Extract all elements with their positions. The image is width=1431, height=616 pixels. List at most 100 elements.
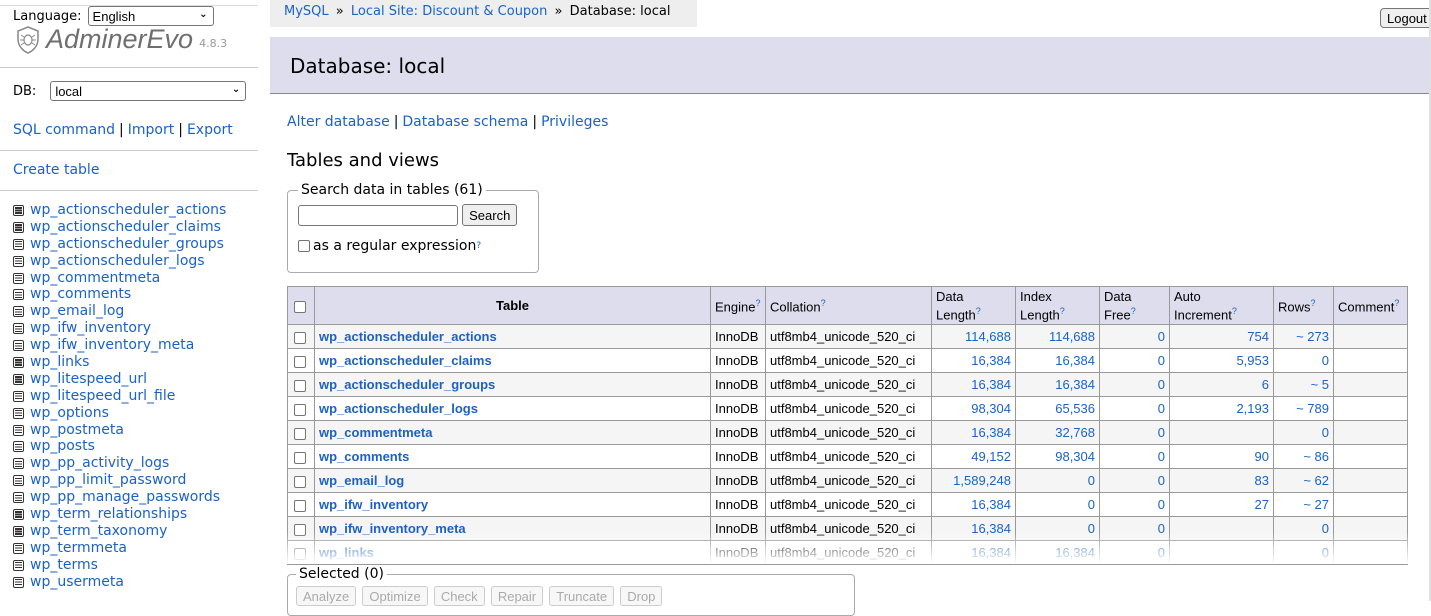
- rows-cell[interactable]: 0: [1273, 540, 1334, 565]
- db-select[interactable]: local: [50, 81, 247, 101]
- col-table[interactable]: Table: [314, 286, 711, 325]
- table-icon[interactable]: [13, 542, 24, 554]
- table-icon[interactable]: [13, 475, 24, 487]
- row-checkbox[interactable]: [293, 403, 306, 416]
- auto-increment-cell[interactable]: [1169, 540, 1274, 565]
- search-button[interactable]: Search: [462, 204, 518, 226]
- table-link[interactable]: wp_litespeed_url_file: [30, 388, 175, 405]
- import-link[interactable]: Import: [128, 122, 174, 138]
- table-link[interactable]: wp_litespeed_url: [30, 371, 147, 388]
- index-length-cell[interactable]: 32,768: [1015, 420, 1100, 445]
- table-icon[interactable]: [13, 306, 24, 318]
- rows-cell[interactable]: 0: [1273, 516, 1334, 541]
- table-link[interactable]: wp_pp_activity_logs: [30, 455, 169, 472]
- table-icon[interactable]: [13, 559, 24, 571]
- table-link[interactable]: wp_pp_manage_passwords: [30, 489, 220, 506]
- auto-increment-cell[interactable]: [1169, 420, 1274, 445]
- table-name-link[interactable]: wp_actionscheduler_groups: [319, 377, 495, 392]
- rows-cell[interactable]: 0: [1273, 348, 1334, 373]
- auto-increment-cell[interactable]: 754: [1169, 324, 1274, 349]
- create-table-link[interactable]: Create table: [13, 162, 99, 178]
- table-link[interactable]: wp_term_taxonomy: [30, 523, 167, 540]
- table-name-link[interactable]: wp_actionscheduler_logs: [319, 401, 478, 416]
- analyze-button[interactable]: Analyze: [296, 586, 357, 606]
- table-icon[interactable]: [13, 424, 24, 436]
- regex-checkbox[interactable]: [298, 240, 310, 252]
- table-link[interactable]: wp_links: [30, 354, 89, 371]
- auto-increment-cell[interactable]: [1169, 516, 1274, 541]
- data-free-cell[interactable]: 0: [1099, 516, 1170, 541]
- table-link[interactable]: wp_commentmeta: [30, 270, 160, 287]
- table-name-link[interactable]: wp_links: [319, 545, 374, 560]
- rows-cell[interactable]: ~ 5: [1273, 372, 1334, 397]
- auto-increment-cell[interactable]: 5,953: [1169, 348, 1274, 373]
- table-name-link[interactable]: wp_actionscheduler_claims: [319, 353, 492, 368]
- language-select[interactable]: English: [87, 6, 214, 26]
- row-checkbox[interactable]: [293, 523, 306, 536]
- row-checkbox[interactable]: [293, 355, 306, 368]
- rows-cell[interactable]: ~ 789: [1273, 396, 1334, 421]
- help-icon[interactable]: ?: [1060, 306, 1065, 316]
- logout-button[interactable]: Logout: [1380, 8, 1431, 28]
- data-free-cell[interactable]: 0: [1099, 540, 1170, 565]
- auto-increment-cell[interactable]: 2,193: [1169, 396, 1274, 421]
- table-link[interactable]: wp_postmeta: [30, 422, 124, 439]
- data-length-cell[interactable]: 1,589,248: [931, 468, 1016, 493]
- table-name-link[interactable]: wp_email_log: [319, 473, 404, 488]
- data-free-cell[interactable]: 0: [1099, 348, 1170, 373]
- help-icon[interactable]: ?: [976, 306, 981, 316]
- table-link[interactable]: wp_email_log: [30, 303, 124, 320]
- table-name-link[interactable]: wp_actionscheduler_actions: [319, 329, 497, 344]
- data-free-cell[interactable]: 0: [1099, 324, 1170, 349]
- table-link[interactable]: wp_actionscheduler_actions: [30, 202, 226, 219]
- privileges-link[interactable]: Privileges: [541, 114, 608, 130]
- data-length-cell[interactable]: 16,384: [931, 348, 1016, 373]
- data-length-cell[interactable]: 16,384: [931, 492, 1016, 517]
- table-name-link[interactable]: wp_commentmeta: [319, 425, 432, 440]
- table-icon[interactable]: [13, 390, 24, 402]
- table-name-link[interactable]: wp_ifw_inventory_meta: [319, 521, 466, 536]
- row-checkbox[interactable]: [293, 427, 306, 440]
- table-icon[interactable]: [13, 340, 24, 352]
- table-icon[interactable]: [13, 255, 24, 267]
- data-length-cell[interactable]: 98,304: [931, 396, 1016, 421]
- truncate-button[interactable]: Truncate: [549, 586, 615, 606]
- help-icon[interactable]: ?: [1311, 298, 1316, 308]
- optimize-button[interactable]: Optimize: [362, 586, 428, 606]
- data-length-cell[interactable]: 16,384: [931, 420, 1016, 445]
- auto-increment-cell[interactable]: 83: [1169, 468, 1274, 493]
- index-length-cell[interactable]: 65,536: [1015, 396, 1100, 421]
- data-length-cell[interactable]: 16,384: [931, 372, 1016, 397]
- index-length-cell[interactable]: 0: [1015, 468, 1100, 493]
- index-length-cell[interactable]: 16,384: [1015, 348, 1100, 373]
- help-icon[interactable]: ?: [1394, 298, 1399, 308]
- table-icon[interactable]: [13, 525, 24, 537]
- table-link[interactable]: wp_comments: [30, 286, 131, 303]
- table-icon[interactable]: [13, 407, 24, 419]
- auto-increment-cell[interactable]: 27: [1169, 492, 1274, 517]
- table-link[interactable]: wp_ifw_inventory: [30, 320, 151, 337]
- auto-increment-cell[interactable]: 90: [1169, 444, 1274, 469]
- help-icon[interactable]: ?: [755, 298, 760, 308]
- row-checkbox[interactable]: [293, 379, 306, 392]
- row-checkbox[interactable]: [293, 331, 306, 344]
- index-length-cell[interactable]: 98,304: [1015, 444, 1100, 469]
- rows-cell[interactable]: 0: [1273, 420, 1334, 445]
- row-checkbox[interactable]: [293, 547, 306, 560]
- alter-database-link[interactable]: Alter database: [287, 114, 390, 130]
- table-link[interactable]: wp_options: [30, 405, 109, 422]
- data-free-cell[interactable]: 0: [1099, 372, 1170, 397]
- data-length-cell[interactable]: 49,152: [931, 444, 1016, 469]
- drop-button[interactable]: Drop: [620, 586, 663, 606]
- table-icon[interactable]: [13, 289, 24, 301]
- help-icon[interactable]: ?: [476, 241, 481, 251]
- data-length-cell[interactable]: 114,688: [931, 324, 1016, 349]
- table-link[interactable]: wp_posts: [30, 438, 95, 455]
- repair-button[interactable]: Repair: [490, 586, 544, 606]
- index-length-cell[interactable]: 0: [1015, 492, 1100, 517]
- index-length-cell[interactable]: 16,384: [1015, 372, 1100, 397]
- table-icon[interactable]: [13, 441, 24, 453]
- table-link[interactable]: wp_term_relationships: [30, 506, 187, 523]
- data-free-cell[interactable]: 0: [1099, 420, 1170, 445]
- export-link[interactable]: Export: [187, 122, 233, 138]
